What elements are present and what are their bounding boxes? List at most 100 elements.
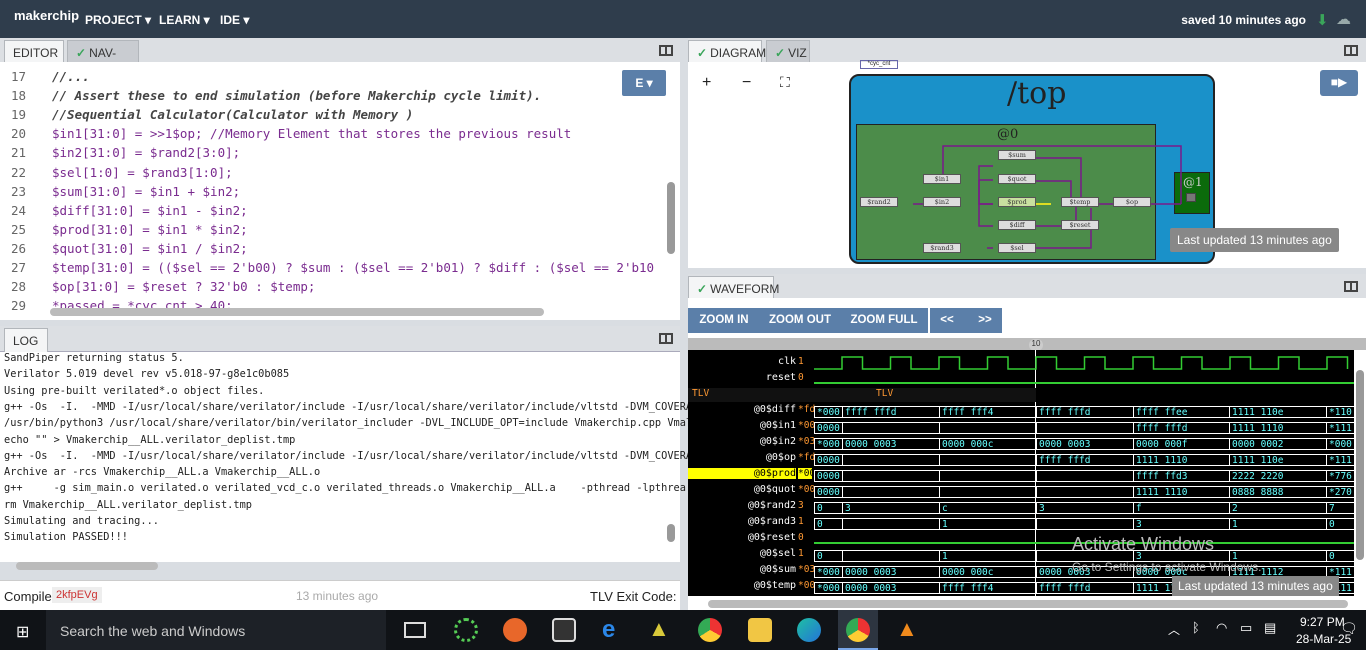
signal-name[interactable]: @0$sum [688,564,796,575]
pan-left-button[interactable]: << [934,308,960,333]
tab-viz[interactable]: ✓ VIZ [766,40,810,64]
code-line[interactable]: $sel[1:0] = $rand3[1:0]; [52,165,233,180]
signal-name[interactable]: reset [688,372,796,383]
signal-name[interactable]: @0$in1 [688,420,796,431]
file-explorer-icon[interactable] [748,618,772,642]
wifi-icon[interactable]: ◠ [1216,620,1227,636]
diagram-node[interactable]: $prod [998,197,1036,207]
menu-ide[interactable]: IDE ▾ [220,13,249,27]
signal-name[interactable]: @0$in2 [688,436,796,447]
cloud-icon[interactable]: ☁ [1336,10,1351,28]
signal-name[interactable]: @0$temp [688,580,796,591]
code-line[interactable]: $diff[31:0] = $in1 - $in2; [52,203,248,218]
editor-mode-dropdown[interactable]: E ▾ [622,70,666,96]
code-line[interactable]: $quot[31:0] = $in1 / $in2; [52,241,248,256]
tab-waveform[interactable]: ✓ WAVEFORM [688,276,779,300]
store-icon[interactable] [552,618,576,642]
zoom-out-icon[interactable]: − [742,74,751,92]
tab-editor[interactable]: EDITOR [4,40,64,64]
diagram-tabbar: ✓ DIAGRAM ✓ VIZ [688,38,1366,64]
wave-cell: ffff_fffd [1133,422,1229,434]
diagram-node[interactable]: $sum [998,150,1036,160]
tab-nav-tlv[interactable]: ✓NAV-TLV [67,40,139,74]
diagram-node[interactable]: $in1 [923,174,961,184]
zoom-in-icon[interactable]: + [702,74,711,92]
wave-cell: *000 [814,566,842,578]
video-icon[interactable]: ■▶ [1320,70,1358,96]
signal-name[interactable]: @0$op [688,452,796,463]
wave-hscroll[interactable] [708,600,1348,608]
diagram-node[interactable]: $rand3 [923,243,961,253]
diagram-node[interactable]: $reset [1061,220,1099,230]
code-line[interactable]: // Assert these to end simulation (befor… [52,88,541,103]
signal-name[interactable]: @0$quot [688,484,796,495]
menu-project[interactable]: PROJECT ▾ [85,13,151,27]
diagram-node[interactable]: $op [1113,197,1151,207]
download-icon[interactable]: ⬇ [1316,11,1329,29]
diagram-node[interactable]: $sel [998,243,1036,253]
edge-legacy-icon[interactable]: e [602,616,615,644]
maximize-panel-icon[interactable] [1344,45,1358,56]
code-line[interactable]: $in1[31:0] = >>1$op; //Memory Element th… [52,126,571,141]
code-line[interactable]: $in2[31:0] = $rand2[3:0]; [52,145,240,160]
code-line[interactable]: $op[31:0] = $reset ? 32'b0 : $temp; [52,279,315,294]
tlv-scope-row[interactable]: TLV [688,388,1036,402]
zoom-out-button[interactable]: ZOOM OUT [764,308,836,333]
code-editor[interactable]: 17 //... 18 // Assert these to end simulati… [0,62,680,320]
code-line[interactable]: //... [52,69,90,84]
notifications-icon[interactable]: 🗨 [1340,620,1358,637]
wave-vscroll[interactable] [1356,370,1364,560]
app-icon[interactable] [454,618,478,642]
message-icon[interactable]: ▤ [1264,620,1276,636]
diagram-node[interactable]: $diff [998,220,1036,230]
editor-vscroll[interactable] [667,182,675,254]
app-icon[interactable]: ▲ [648,616,670,642]
task-view-icon[interactable] [404,622,426,638]
chrome-icon[interactable] [698,618,722,642]
wave-cell: *111 [1326,454,1354,466]
battery-icon[interactable]: ▭ [1240,620,1252,636]
code-line[interactable]: //Sequential Calculator(Calculator with … [52,107,413,122]
zoom-full-button[interactable]: ZOOM FULL [846,308,922,333]
maximize-panel-icon[interactable] [659,333,673,344]
diagram-node[interactable]: $rand2 [860,197,898,207]
code-line[interactable]: $sum[31:0] = $in1 + $in2; [52,184,240,199]
maximize-panel-icon[interactable] [659,45,673,56]
menu-learn[interactable]: LEARN ▾ [159,13,210,27]
code-line[interactable]: $temp[31:0] = (($sel == 2'b00) ? $sum : … [52,260,654,275]
edge-icon[interactable] [797,618,821,642]
vlc-icon[interactable]: ▲ [896,616,918,642]
log-hscroll[interactable] [16,562,158,570]
maximize-panel-icon[interactable] [1344,281,1358,292]
diagram-node[interactable]: $in2 [923,197,961,207]
compile-id[interactable]: 2kfpEVg [52,587,102,603]
active-chrome-button[interactable] [838,610,878,650]
signal-name[interactable]: @0$reset [688,532,796,543]
signal-name[interactable]: @0$diff [688,404,796,415]
firefox-icon[interactable] [503,618,527,642]
tab-diagram[interactable]: ✓ DIAGRAM [688,40,766,64]
signal-name[interactable]: @0$rand2 [688,500,796,511]
chevron-up-icon[interactable]: ︿ [1168,621,1180,638]
diagram-view[interactable]: + − ⛶ ■▶ *cyc_cnt /top @0 @1 Last update… [688,60,1366,268]
signal-name[interactable]: @0$sel [688,548,796,559]
code-line[interactable]: $prod[31:0] = $in1 * $in2; [52,222,248,237]
log-vscroll[interactable] [667,524,675,542]
fit-view-icon[interactable]: ⛶ [780,74,790,91]
pan-right-button[interactable]: >> [972,308,998,333]
clock-time[interactable]: 9:27 PM [1300,615,1345,629]
bluetooth-icon[interactable]: ᛒ [1192,620,1200,635]
zoom-in-button[interactable]: ZOOM IN [692,308,756,333]
signal-name[interactable]: clk [688,356,796,367]
waveform-view[interactable]: ZOOM IN ZOOM OUT ZOOM FULL << >> 10 clk 1… [688,298,1366,610]
editor-hscroll[interactable] [50,308,544,316]
windows-start-icon[interactable]: ⊞ [16,622,29,642]
tab-log[interactable]: LOG [4,328,48,352]
diagram-node[interactable]: $temp [1061,197,1099,207]
signal-name[interactable]: @0$prod [688,468,796,479]
taskbar-search[interactable]: Search the web and Windows [46,610,386,650]
makerchip-logo[interactable]: makerchip [14,8,79,23]
signal-name[interactable]: @0$rand3 [688,516,796,527]
chrome-icon [846,618,870,642]
diagram-node[interactable]: $quot [998,174,1036,184]
